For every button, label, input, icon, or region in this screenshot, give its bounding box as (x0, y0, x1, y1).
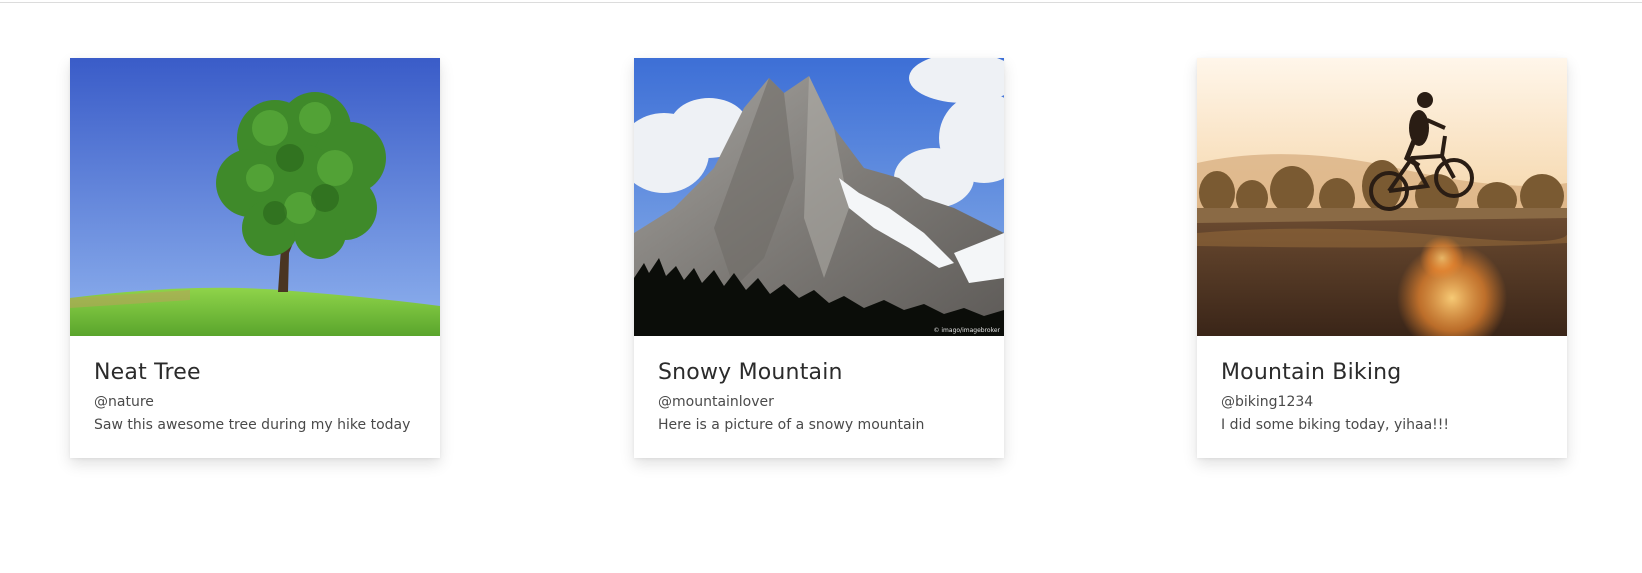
post-card[interactable]: Mountain Biking @biking1234 I did some b… (1197, 58, 1567, 458)
post-card[interactable]: Neat Tree @nature Saw this awesome tree … (70, 58, 440, 458)
post-caption: Here is a picture of a snowy mountain (658, 417, 925, 433)
post-author-handle[interactable]: @nature (94, 392, 416, 412)
post-image-biking[interactable] (1197, 58, 1567, 336)
post-title: Snowy Mountain (658, 360, 843, 385)
post-author-handle[interactable]: @mountainlover (658, 392, 980, 412)
top-divider (0, 2, 1642, 3)
post-image-mountain[interactable]: © imago/imagebroker (634, 58, 1004, 336)
post-title: Mountain Biking (1221, 360, 1402, 385)
post-image-tree[interactable] (70, 58, 440, 336)
post-caption: Saw this awesome tree during my hike tod… (94, 417, 411, 433)
post-title: Neat Tree (94, 360, 201, 385)
image-watermark: © imago/imagebroker (933, 327, 1000, 334)
post-caption: I did some biking today, yihaa!!! (1221, 417, 1449, 433)
post-author-handle[interactable]: @biking1234 (1221, 392, 1543, 412)
post-card[interactable]: © imago/imagebroker Snowy Mountain @moun… (634, 58, 1004, 458)
